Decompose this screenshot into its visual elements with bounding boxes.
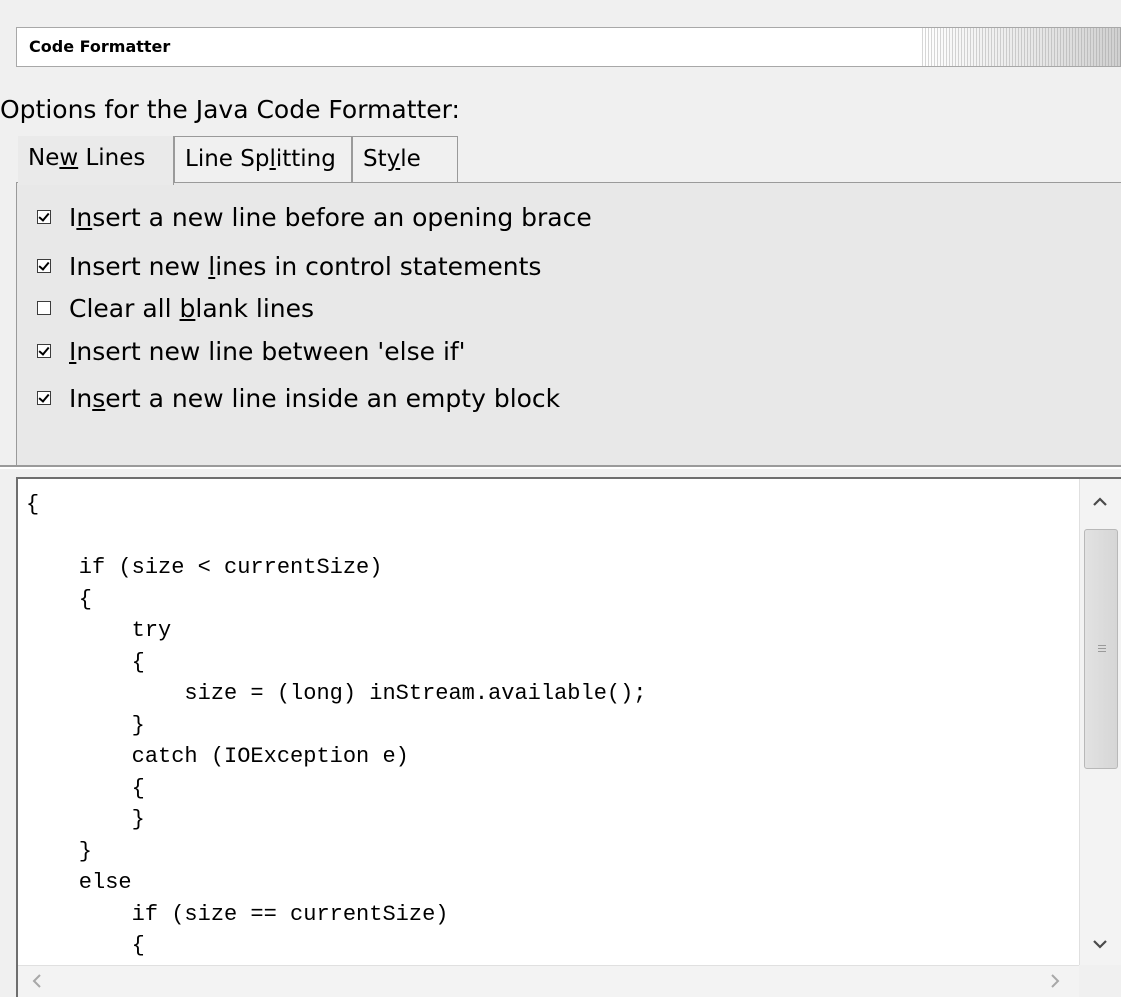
chevron-down-icon[interactable]	[1083, 927, 1117, 961]
option-clear-blank-lines[interactable]: Clear all blank lines	[37, 293, 314, 323]
section-header: Code Formatter	[16, 27, 1121, 67]
tab-style[interactable]: Style	[352, 136, 458, 183]
option-brace-newline[interactable]: Insert a new line before an opening brac…	[37, 202, 592, 232]
grip-icon	[1098, 645, 1106, 653]
tab-line-splitting[interactable]: Line Splitting	[174, 136, 352, 183]
checkbox-checked[interactable]	[37, 210, 51, 224]
checkbox-checked[interactable]	[37, 391, 51, 405]
checkbox-unchecked[interactable]	[37, 301, 51, 315]
vertical-scrollbar[interactable]	[1079, 479, 1121, 965]
scrollbar-thumb[interactable]	[1084, 529, 1118, 769]
option-empty-block[interactable]: Insert a new line inside an empty block	[37, 383, 560, 413]
scrollbar-corner	[1079, 965, 1121, 997]
chevron-left-icon[interactable]	[20, 966, 54, 996]
option-control-statements[interactable]: Insert new lines in control statements	[37, 251, 541, 281]
options-label: Options for the Java Code Formatter:	[0, 95, 460, 124]
code-preview-text: { if (size < currentSize) { try { size =…	[26, 492, 647, 958]
checkbox-checked[interactable]	[37, 344, 51, 358]
tab-new-lines[interactable]: New Lines	[18, 136, 174, 185]
horizontal-scrollbar[interactable]	[18, 965, 1079, 997]
chevron-right-icon[interactable]	[1038, 966, 1072, 996]
tab-panel-new-lines: Insert a new line before an opening brac…	[16, 182, 1121, 466]
option-else-if[interactable]: Insert new line between 'else if'	[37, 336, 466, 366]
checkbox-checked[interactable]	[37, 259, 51, 273]
chevron-up-icon[interactable]	[1083, 485, 1117, 519]
header-decoration	[920, 28, 1120, 66]
panel-separator	[0, 465, 1121, 469]
code-preview[interactable]: { if (size < currentSize) { try { size =…	[16, 477, 1121, 997]
section-title: Code Formatter	[29, 37, 171, 56]
